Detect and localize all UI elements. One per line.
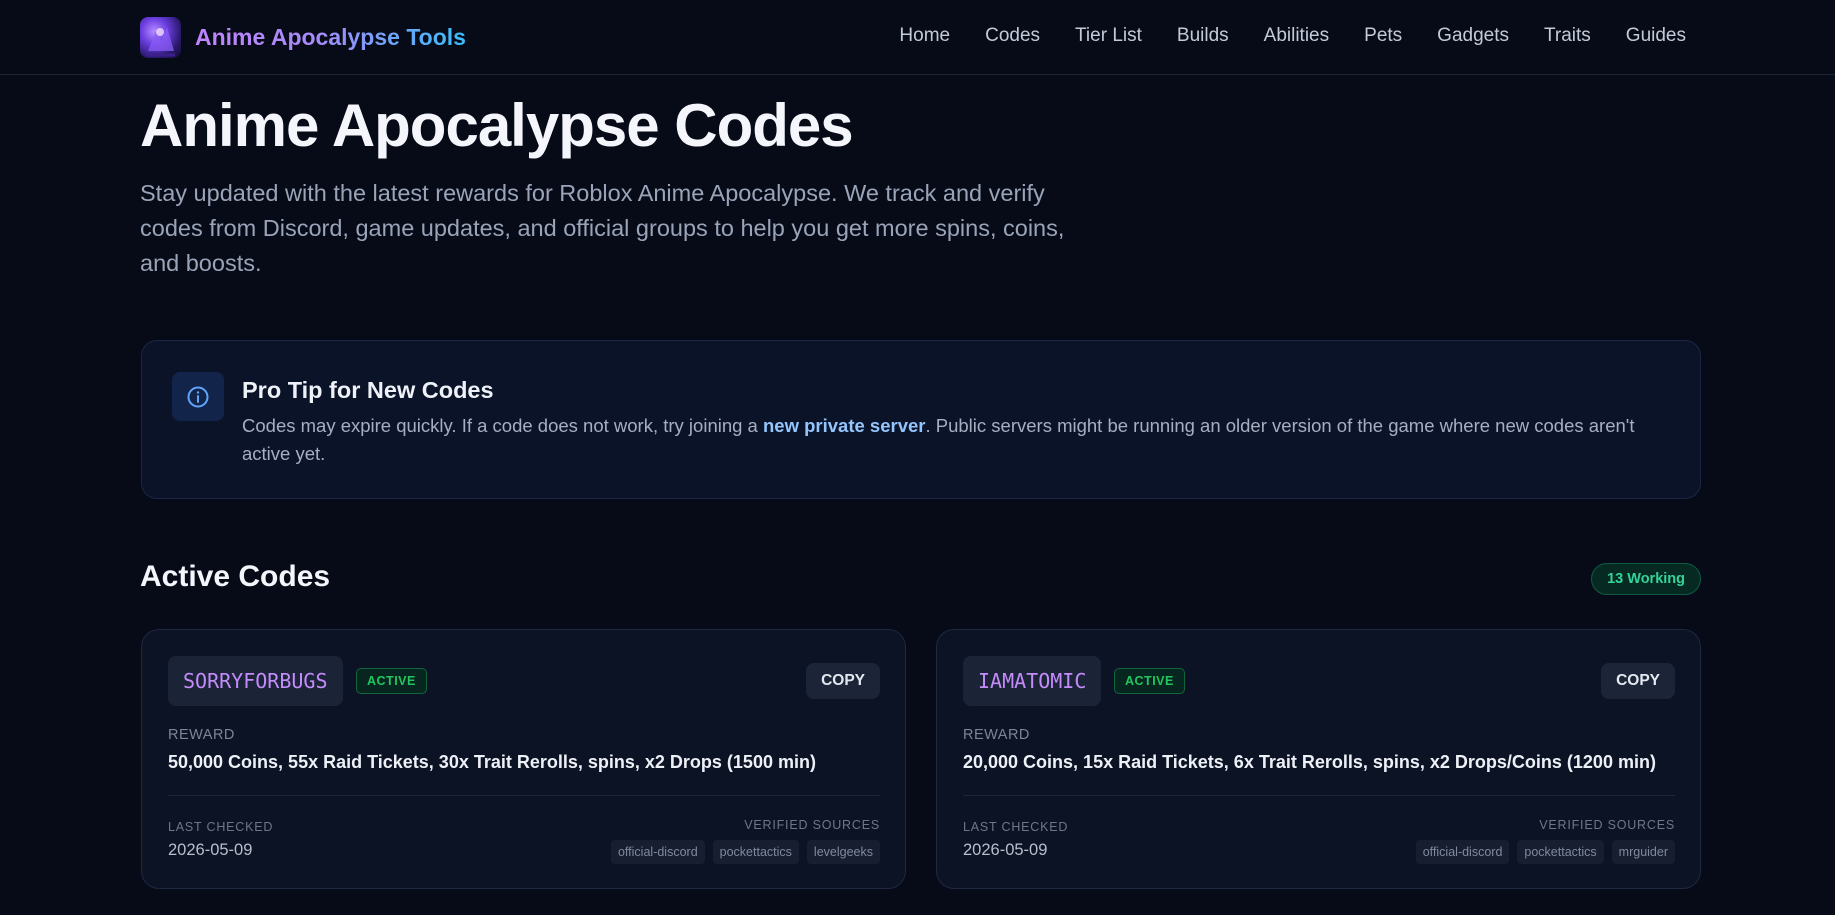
source-tag: pockettactics: [1517, 840, 1604, 864]
private-server-link[interactable]: new private server: [763, 415, 925, 436]
pro-tip-title: Pro Tip for New Codes: [242, 377, 494, 403]
main-nav: Home Codes Tier List Builds Abilities Pe…: [864, 25, 1686, 47]
nav-link-traits[interactable]: Traits: [1544, 25, 1591, 47]
pro-tip-text: Codes may expire quickly. If a code does…: [242, 412, 1662, 468]
card-divider: [963, 795, 1675, 796]
source-tag: official-discord: [1415, 840, 1510, 864]
card-divider: [168, 795, 880, 796]
nav-link-home[interactable]: Home: [899, 25, 950, 47]
pro-tip-text-start: Codes may expire quickly. If a code does…: [242, 415, 763, 436]
brand-name: Anime Apocalypse Tools: [195, 24, 466, 50]
copy-button[interactable]: COPY: [1601, 663, 1675, 699]
source-tag: pockettactics: [712, 840, 799, 864]
nav-link-gadgets[interactable]: Gadgets: [1437, 25, 1509, 47]
page-title: Anime Apocalypse Codes: [140, 92, 854, 159]
source-tags: official-discord pockettactics levelgeek…: [603, 840, 880, 864]
active-codes-heading: Active Codes: [140, 560, 331, 593]
brand-link[interactable]: Anime Apocalypse Tools: [140, 17, 466, 58]
code-card: SORRYFORBUGS ACTIVE COPY REWARD 50,000 C…: [141, 629, 906, 889]
page-subtitle: Stay updated with the latest rewards for…: [140, 180, 1065, 276]
code-value[interactable]: SORRYFORBUGS: [168, 656, 343, 706]
source-tag: official-discord: [610, 840, 705, 864]
code-value[interactable]: IAMATOMIC: [963, 656, 1102, 706]
info-icon: [172, 372, 224, 421]
reward-text: 20,000 Coins, 15x Raid Tickets, 6x Trait…: [963, 752, 1656, 772]
source-tag: mrguider: [1611, 840, 1675, 864]
verified-sources-label: VERIFIED SOURCES: [1539, 818, 1675, 832]
code-card: IAMATOMIC ACTIVE COPY REWARD 20,000 Coin…: [936, 629, 1701, 889]
status-badge: ACTIVE: [1114, 668, 1185, 694]
source-tags: official-discord pockettactics mrguider: [1408, 840, 1675, 864]
last-checked-date: 2026-05-09: [963, 841, 1048, 859]
nav-link-tier-list[interactable]: Tier List: [1075, 25, 1142, 47]
last-checked-label: LAST CHECKED: [963, 820, 1069, 834]
nav-link-abilities[interactable]: Abilities: [1264, 25, 1329, 47]
reward-text: 50,000 Coins, 55x Raid Tickets, 30x Trai…: [168, 752, 816, 772]
nav-link-guides[interactable]: Guides: [1626, 25, 1686, 47]
nav-link-codes[interactable]: Codes: [985, 25, 1040, 47]
working-count-badge: 13 Working: [1591, 563, 1701, 595]
verified-sources-label: VERIFIED SOURCES: [744, 818, 880, 832]
pro-tip-callout: Pro Tip for New Codes Codes may expire q…: [141, 340, 1701, 499]
source-tag: levelgeeks: [806, 840, 880, 864]
copy-button[interactable]: COPY: [806, 663, 880, 699]
nav-link-pets[interactable]: Pets: [1364, 25, 1402, 47]
last-checked-date: 2026-05-09: [168, 841, 253, 859]
top-navbar: Anime Apocalypse Tools Home Codes Tier L…: [0, 0, 1835, 75]
reward-label: REWARD: [963, 727, 1030, 743]
brand-logo-icon: [140, 17, 181, 58]
reward-label: REWARD: [168, 727, 235, 743]
status-badge: ACTIVE: [356, 668, 427, 694]
nav-link-builds[interactable]: Builds: [1177, 25, 1229, 47]
last-checked-label: LAST CHECKED: [168, 820, 274, 834]
